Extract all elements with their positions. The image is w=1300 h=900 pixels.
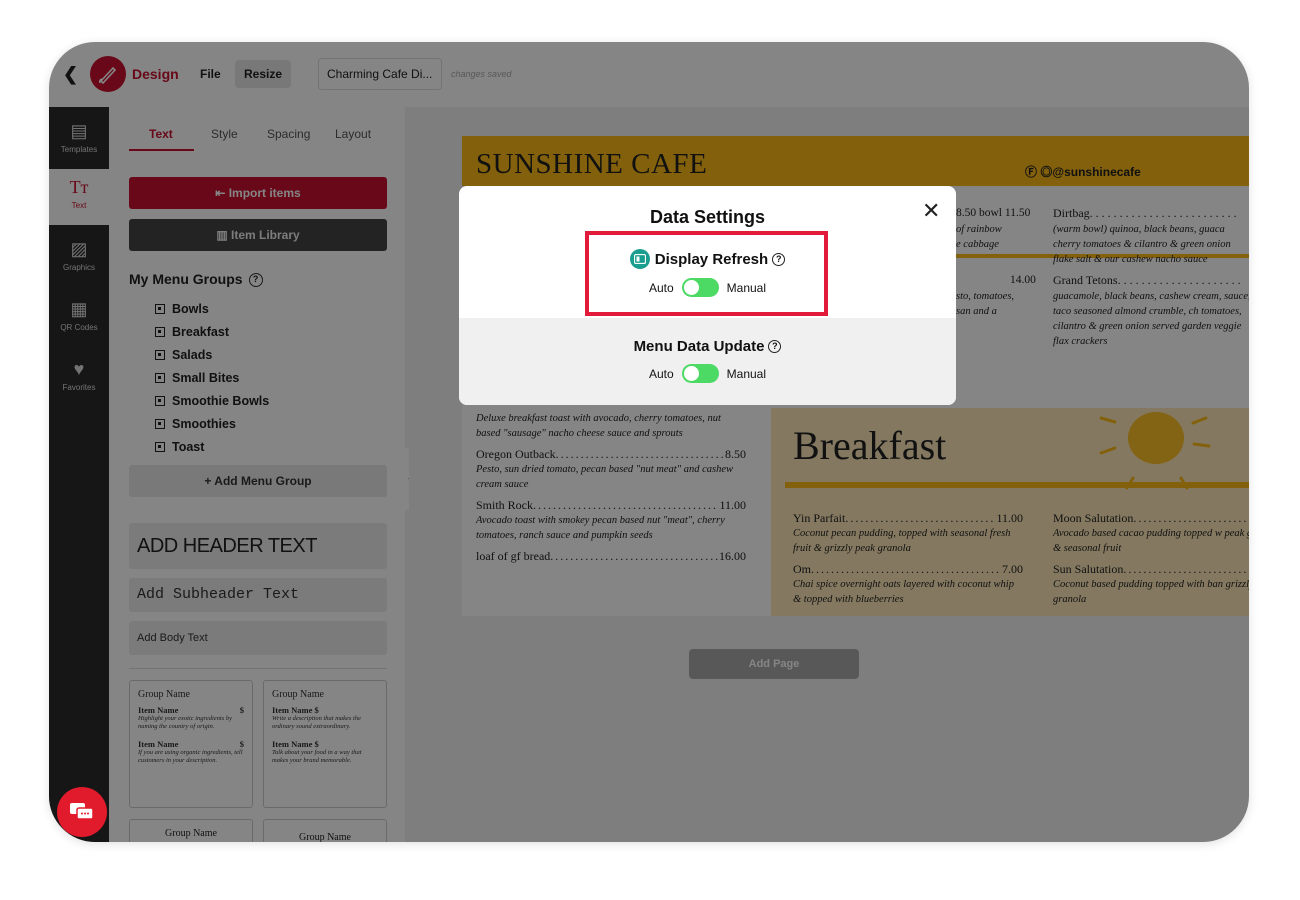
- menu-data-update-heading: Menu Data Update?: [459, 338, 956, 355]
- chat-button[interactable]: [57, 787, 107, 837]
- modal-title: Data Settings: [649, 207, 766, 227]
- app-window: ❮ Design File Resize Charming Cafe Di...…: [49, 42, 1249, 842]
- menu-data-update-section: Menu Data Update? Auto Manual: [459, 338, 956, 383]
- modal-backdrop[interactable]: [49, 42, 1249, 842]
- close-icon[interactable]: ✕: [922, 200, 940, 222]
- toggle-right-label: Manual: [726, 366, 767, 381]
- toggle-left-label: Auto: [648, 366, 674, 381]
- highlight-box: [585, 231, 828, 316]
- menu-data-update-title: Menu Data Update: [633, 338, 765, 355]
- menu-data-update-toggle-row: Auto Manual: [459, 364, 956, 383]
- menu-data-update-toggle[interactable]: [681, 364, 719, 383]
- help-icon[interactable]: ?: [768, 340, 782, 353]
- chat-icon: [70, 803, 94, 820]
